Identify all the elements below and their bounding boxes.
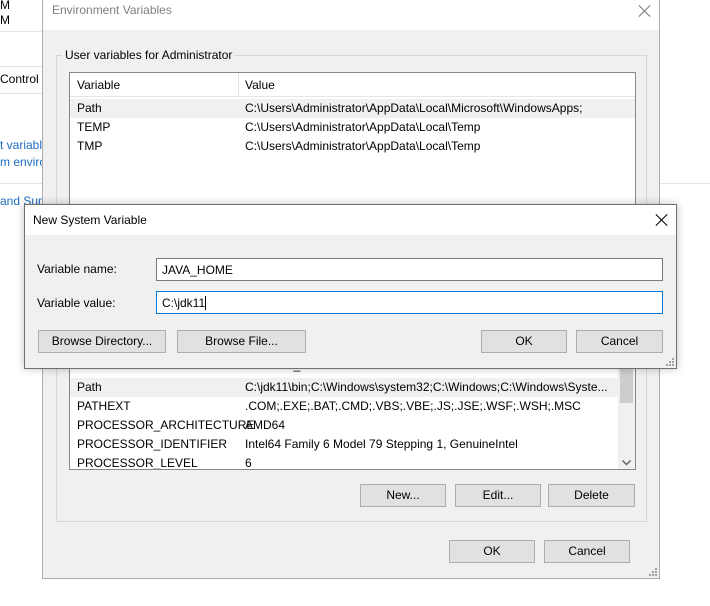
column-header-value[interactable]: Value (245, 78, 275, 92)
variable-value-field[interactable]: C:\jdk11 (156, 291, 663, 314)
variable-name: Path (77, 101, 102, 115)
bg-link-sys-env[interactable]: m enviro (0, 155, 42, 169)
resize-grip[interactable] (647, 566, 657, 576)
titlebar: Environment Variables (43, 0, 659, 30)
new-variable-button[interactable]: New... (360, 484, 446, 507)
list-item[interactable]: PROCESSOR_IDENTIFIER Intel64 Family 6 Mo… (70, 435, 635, 454)
variable-value: C:\Users\Administrator\AppData\Local\Mic… (245, 101, 583, 115)
list-item[interactable]: Path C:\Users\Administrator\AppData\Loca… (70, 99, 635, 118)
dialog-title: New System Variable (33, 213, 147, 227)
list-header: Variable Value (70, 73, 635, 97)
bg-divider (0, 93, 42, 94)
variable-name: PROCESSOR_ARCHITECTURE (77, 418, 255, 432)
variable-value: C:\Users\Administrator\AppData\Local\Tem… (245, 139, 481, 153)
edit-variable-button[interactable]: Edit... (455, 484, 541, 507)
browse-directory-button[interactable]: Browse Directory... (38, 330, 166, 353)
variable-name: PROCESSOR_LEVEL (77, 456, 198, 470)
cancel-button[interactable]: Cancel (576, 330, 663, 353)
column-header-variable[interactable]: Variable (77, 78, 120, 92)
titlebar: New System Variable (25, 205, 676, 235)
bg-link-env-vars[interactable]: t variabl (0, 138, 42, 152)
bg-divider (0, 31, 42, 32)
ok-button[interactable]: OK (481, 330, 567, 353)
variable-name: PROCESSOR_IDENTIFIER (77, 437, 228, 451)
list-item[interactable]: TEMP C:\Users\Administrator\AppData\Loca… (70, 118, 635, 137)
list-item[interactable]: PROCESSOR_ARCHITECTURE AMD64 (70, 416, 635, 435)
system-variables-list[interactable]: OS Windows_NT Path C:\jdk11\bin;C:\Windo… (69, 352, 636, 470)
user-variables-list[interactable]: Variable Value Path C:\Users\Administrat… (69, 72, 636, 212)
list-item[interactable]: TMP C:\Users\Administrator\AppData\Local… (70, 137, 635, 156)
chevron-down-icon[interactable] (622, 460, 631, 466)
variable-name-field[interactable]: JAVA_HOME (156, 258, 663, 281)
variable-name-label: Variable name: (37, 262, 117, 276)
variable-value: C:\jdk11\bin;C:\Windows\system32;C:\Wind… (245, 380, 608, 394)
bg-divider (0, 66, 42, 67)
variable-value: AMD64 (245, 418, 286, 432)
resize-grip[interactable] (664, 356, 674, 366)
variable-value: C:\Users\Administrator\AppData\Local\Tem… (245, 120, 481, 134)
list-item[interactable]: PATHEXT .COM;.EXE;.BAT;.CMD;.VBS;.VBE;.J… (70, 397, 635, 416)
bg-fragment: M (0, 0, 10, 12)
list-item[interactable]: Path C:\jdk11\bin;C:\Windows\system32;C:… (70, 378, 618, 397)
user-variables-label: User variables for Administrator (62, 48, 236, 62)
cancel-button[interactable]: Cancel (544, 540, 630, 563)
variable-name: PATHEXT (77, 399, 131, 413)
variable-name: TEMP (77, 120, 111, 134)
variable-name: TMP (77, 139, 103, 153)
close-icon[interactable] (637, 3, 653, 19)
bg-divider (0, 183, 42, 184)
close-icon[interactable] (654, 212, 670, 228)
ok-button[interactable]: OK (449, 540, 535, 563)
variable-value-label: Variable value: (37, 296, 116, 310)
delete-variable-button[interactable]: Delete (548, 484, 635, 507)
browse-file-button[interactable]: Browse File... (177, 330, 306, 353)
bg-divider (660, 183, 710, 184)
variable-name: Path (77, 380, 102, 394)
dialog-title: Environment Variables (52, 3, 172, 17)
list-item[interactable]: PROCESSOR_LEVEL 6 (70, 454, 635, 470)
column-separator[interactable] (238, 73, 239, 97)
variable-value: 6 (245, 456, 252, 470)
text-caret (205, 296, 207, 310)
bg-fragment: M (0, 13, 10, 27)
variable-value: .COM;.EXE;.BAT;.CMD;.VBS;.VBE;.JS;.JSE;.… (245, 399, 581, 413)
scrollbar-thumb[interactable] (620, 369, 633, 403)
new-system-variable-dialog: New System Variable Variable name: JAVA_… (24, 204, 677, 369)
variable-value: Intel64 Family 6 Model 79 Stepping 1, Ge… (245, 437, 518, 451)
bg-fragment: Control P (0, 72, 42, 86)
vertical-scrollbar[interactable] (618, 353, 635, 469)
